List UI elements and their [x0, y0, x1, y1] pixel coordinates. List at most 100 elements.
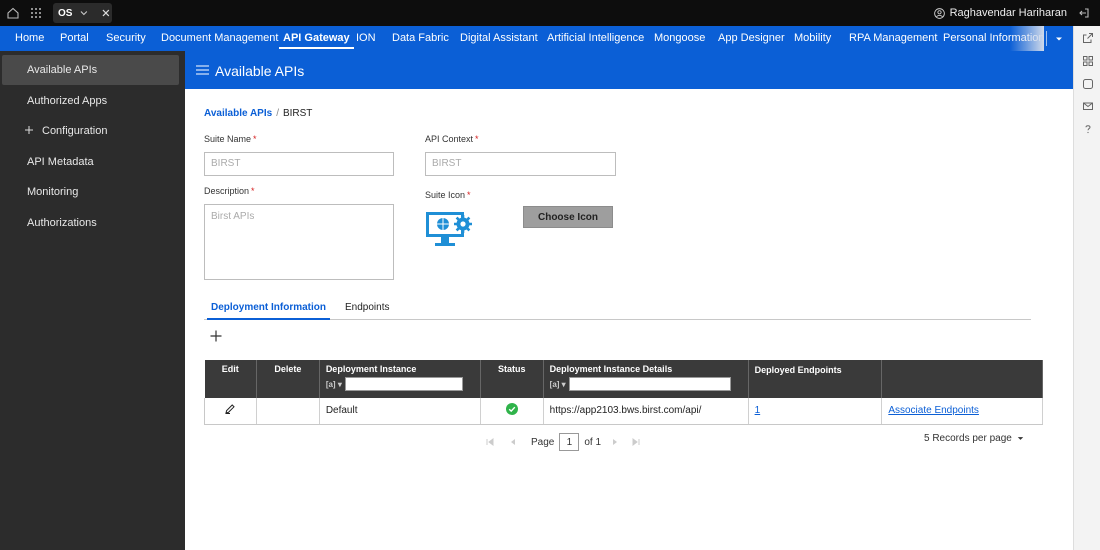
details-cell: https://app2103.bws.birst.com/api/ — [543, 398, 749, 425]
records-per-page-select[interactable]: 5 Records per page — [924, 433, 1025, 444]
nav-item-app-designer[interactable]: App Designer — [718, 26, 785, 51]
sidebar-item-authorizations[interactable]: Authorizations — [2, 208, 179, 238]
column-header-endpoints: Deployed Endpoints — [748, 360, 883, 398]
page-number-input[interactable]: 1 — [559, 433, 580, 451]
caret-down-icon — [1017, 437, 1024, 440]
nav-item-artificial-intelligence[interactable]: Artificial Intelligence — [547, 26, 644, 51]
choose-icon-button[interactable]: Choose Icon — [523, 206, 613, 228]
sidebar-item-api-metadata[interactable]: API Metadata — [2, 147, 179, 177]
chevron-down-icon — [81, 11, 88, 16]
tenant-switcher[interactable]: OS — [53, 3, 112, 23]
add-icon[interactable] — [210, 330, 222, 342]
first-page-icon[interactable] — [485, 437, 495, 447]
suite-icon-label: Suite Icon * — [425, 190, 471, 200]
sidebar-item-label: Configuration — [42, 125, 108, 137]
description-field[interactable]: Birst APIs — [204, 204, 394, 280]
pencil-icon[interactable] — [224, 403, 236, 415]
mail-icon[interactable] — [1082, 100, 1094, 112]
pagination: Page 1 of 1 — [485, 432, 655, 452]
hamburger-menu-icon[interactable] — [196, 65, 209, 75]
nav-item-mongoose[interactable]: Mongoose — [654, 26, 705, 51]
sidebar: Available APIs Authorized Apps Configura… — [0, 51, 185, 550]
user-menu[interactable]: Raghavendar Hariharan — [933, 7, 1067, 19]
deployment-table: Edit Delete Deployment Instance [a] ▾ St… — [204, 360, 1043, 425]
next-page-icon[interactable] — [610, 437, 620, 447]
top-bar: OS Raghavendar Hariharan — [0, 0, 1100, 26]
widgets-icon[interactable] — [1082, 55, 1094, 67]
suite-name-label: Suite Name * — [204, 134, 257, 144]
sidebar-item-authorized-apps[interactable]: Authorized Apps — [2, 86, 179, 116]
column-header-label: Deployment Instance Details — [549, 364, 673, 374]
tab-endpoints[interactable]: Endpoints — [345, 302, 389, 313]
instance-filter: [a] ▾ — [326, 377, 474, 391]
api-context-field[interactable]: BIRST — [425, 152, 616, 176]
actions-cell: Associate Endpoints — [881, 398, 1043, 425]
filter-operator-dropdown[interactable]: [a] ▾ — [550, 380, 566, 389]
nav-item-ion[interactable]: ION — [356, 26, 376, 51]
required-marker: * — [467, 190, 471, 200]
sidebar-item-label: Available APIs — [27, 64, 98, 76]
nav-item-portal[interactable]: Portal — [60, 26, 89, 51]
nav-item-rpa-management[interactable]: RPA Management — [849, 26, 937, 51]
external-link-icon[interactable] — [1082, 32, 1094, 44]
previous-page-icon[interactable] — [508, 437, 518, 447]
breadcrumb-parent-link[interactable]: Available APIs — [204, 108, 272, 119]
app-switcher-icon[interactable] — [30, 7, 42, 19]
table-row[interactable]: Default https://app2103.bws.birst.com/ap… — [204, 398, 1043, 425]
nav-item-security[interactable]: Security — [106, 26, 146, 51]
column-header-status: Status — [480, 360, 544, 398]
required-marker: * — [251, 186, 255, 196]
sidebar-item-label: API Metadata — [27, 156, 94, 168]
tab-deployment-information[interactable]: Deployment Information — [206, 302, 331, 320]
column-header-delete: Delete — [256, 360, 320, 398]
main-content: Available APIs / BIRST Suite Name * BIRST A… — [185, 89, 1073, 550]
close-icon[interactable] — [100, 7, 112, 19]
column-header-label: Deployment Instance — [325, 364, 417, 374]
caret-down-icon[interactable] — [1054, 34, 1064, 44]
last-page-icon[interactable] — [631, 437, 641, 447]
endpoints-count-link[interactable]: 1 — [755, 405, 761, 416]
nav-item-document-management[interactable]: Document Management — [161, 26, 278, 51]
endpoints-cell: 1 — [748, 398, 883, 425]
nav-item-api-gateway[interactable]: API Gateway — [279, 26, 354, 51]
api-context-label: API Context * — [425, 134, 479, 144]
sign-out-icon[interactable] — [1078, 7, 1090, 19]
status-cell — [480, 398, 544, 425]
column-header-actions — [881, 360, 1043, 398]
nav-item-home[interactable]: Home — [15, 26, 44, 51]
tab-bar: Deployment Information Endpoints — [204, 297, 1031, 320]
delete-cell — [256, 398, 320, 425]
user-avatar-icon — [933, 7, 945, 19]
sidebar-item-available-apis[interactable]: Available APIs — [2, 55, 179, 85]
details-filter: [a] ▾ — [550, 377, 742, 391]
help-icon[interactable] — [1082, 123, 1094, 135]
instance-cell: Default — [319, 398, 481, 425]
instance-filter-input[interactable] — [344, 377, 463, 391]
associate-endpoints-link[interactable]: Associate Endpoints — [888, 405, 979, 416]
column-header-details: Deployment Instance Details [a] ▾ — [543, 360, 749, 398]
breadcrumb-separator: / — [276, 108, 279, 119]
right-utility-rail — [1073, 26, 1100, 550]
sidebar-item-monitoring[interactable]: Monitoring — [2, 177, 179, 207]
plus-icon — [25, 126, 33, 134]
notes-icon[interactable] — [1082, 78, 1094, 90]
nav-item-mobility[interactable]: Mobility — [794, 26, 831, 51]
details-filter-input[interactable] — [568, 377, 731, 391]
main-nav: Home Portal Security Document Management… — [0, 26, 1073, 51]
status-check-icon — [505, 403, 518, 416]
page-title: Available APIs — [215, 63, 305, 79]
required-marker: * — [253, 134, 257, 144]
page-total-label: of 1 — [584, 436, 602, 448]
filter-operator-dropdown[interactable]: [a] ▾ — [326, 380, 342, 389]
suite-monitor-gear-icon — [426, 212, 472, 246]
nav-item-data-fabric[interactable]: Data Fabric — [392, 26, 449, 51]
description-label: Description * — [204, 186, 255, 196]
tenant-code: OS — [58, 7, 73, 19]
sidebar-item-label: Monitoring — [27, 186, 79, 198]
home-icon[interactable] — [6, 6, 20, 20]
column-header-instance: Deployment Instance [a] ▾ — [319, 360, 481, 398]
sidebar-item-label: Authorizations — [27, 217, 97, 229]
suite-name-field[interactable]: BIRST — [204, 152, 394, 176]
nav-item-digital-assistant[interactable]: Digital Assistant — [460, 26, 538, 51]
sidebar-item-configuration[interactable]: Configuration — [2, 116, 179, 146]
